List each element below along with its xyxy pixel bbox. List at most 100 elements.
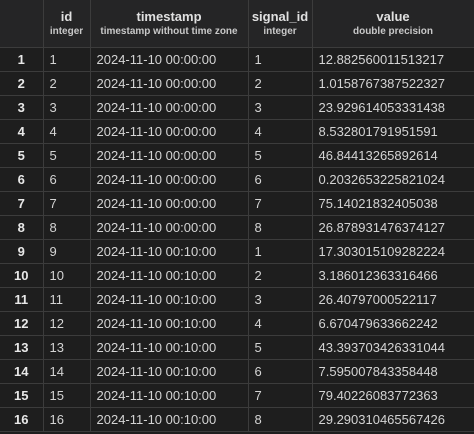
table-row[interactable]: 7 7 2024-11-10 00:00:00 7 75.14021832405038 [0, 191, 474, 216]
table-row[interactable]: 14 14 2024-11-10 00:10:00 6 7.59500784335844… [0, 359, 474, 384]
cell-signal-id[interactable]: 7 [248, 383, 313, 408]
column-header-id[interactable]: id integer [43, 0, 91, 48]
table-row[interactable]: 11 11 2024-11-10 00:10:00 3 26.4079700052211… [0, 287, 474, 312]
cell-timestamp[interactable]: 2024-11-10 00:10:00 [90, 287, 249, 312]
cell-value[interactable]: 0.2032653225821024 [312, 167, 474, 192]
cell-timestamp[interactable]: 2024-11-10 00:00:00 [90, 215, 249, 240]
table-row[interactable]: 9 9 2024-11-10 00:10:00 1 17.303015109282224 [0, 239, 474, 264]
cell-timestamp[interactable]: 2024-11-10 00:10:00 [90, 359, 249, 384]
cell-id[interactable]: 3 [43, 95, 91, 120]
cell-value[interactable]: 12.882560011513217 [312, 47, 474, 72]
cell-id[interactable]: 10 [43, 263, 91, 288]
cell-id[interactable]: 12 [43, 311, 91, 336]
cell-signal-id[interactable]: 6 [248, 167, 313, 192]
row-number[interactable]: 8 [0, 215, 44, 240]
row-number[interactable]: 11 [0, 287, 44, 312]
cell-signal-id[interactable]: 4 [248, 311, 313, 336]
row-number[interactable]: 7 [0, 191, 44, 216]
cell-signal-id[interactable]: 8 [248, 215, 313, 240]
table-row[interactable]: 8 8 2024-11-10 00:00:00 8 26.878931476374127 [0, 215, 474, 240]
cell-value[interactable]: 29.290310465567426 [312, 407, 474, 432]
cell-id[interactable]: 5 [43, 143, 91, 168]
table-row[interactable]: 3 3 2024-11-10 00:00:00 3 23.929614053331438 [0, 95, 474, 120]
cell-signal-id[interactable]: 5 [248, 143, 313, 168]
cell-signal-id[interactable]: 7 [248, 191, 313, 216]
cell-value[interactable]: 26.878931476374127 [312, 215, 474, 240]
table-row[interactable]: 4 4 2024-11-10 00:00:00 4 8.532801791951591 [0, 119, 474, 144]
row-number[interactable]: 9 [0, 239, 44, 264]
row-number[interactable]: 3 [0, 95, 44, 120]
cell-id[interactable]: 6 [43, 167, 91, 192]
cell-timestamp[interactable]: 2024-11-10 00:10:00 [90, 263, 249, 288]
table-row[interactable]: 12 12 2024-11-10 00:10:00 4 6.67047963366224… [0, 311, 474, 336]
cell-value[interactable]: 8.532801791951591 [312, 119, 474, 144]
cell-id[interactable]: 13 [43, 335, 91, 360]
table-row[interactable]: 16 16 2024-11-10 00:10:00 8 29.2903104655674… [0, 407, 474, 432]
row-number[interactable]: 12 [0, 311, 44, 336]
cell-value[interactable]: 46.84413265892614 [312, 143, 474, 168]
select-all-corner[interactable] [0, 0, 44, 48]
cell-timestamp[interactable]: 2024-11-10 00:10:00 [90, 335, 249, 360]
table-row[interactable]: 1 1 2024-11-10 00:00:00 1 12.882560011513217 [0, 47, 474, 72]
row-number[interactable]: 14 [0, 359, 44, 384]
row-number[interactable]: 10 [0, 263, 44, 288]
cell-id[interactable]: 7 [43, 191, 91, 216]
cell-signal-id[interactable]: 3 [248, 287, 313, 312]
cell-timestamp[interactable]: 2024-11-10 00:00:00 [90, 191, 249, 216]
cell-timestamp[interactable]: 2024-11-10 00:00:00 [90, 119, 249, 144]
column-header-signal-id[interactable]: signal_id integer [248, 0, 313, 48]
cell-value[interactable]: 23.929614053331438 [312, 95, 474, 120]
cell-value[interactable]: 43.393703426331044 [312, 335, 474, 360]
row-number[interactable]: 6 [0, 167, 44, 192]
cell-value[interactable]: 26.40797000522117 [312, 287, 474, 312]
cell-id[interactable]: 8 [43, 215, 91, 240]
cell-timestamp[interactable]: 2024-11-10 00:00:00 [90, 167, 249, 192]
cell-value[interactable]: 75.14021832405038 [312, 191, 474, 216]
cell-timestamp[interactable]: 2024-11-10 00:00:00 [90, 71, 249, 96]
cell-value[interactable]: 6.670479633662242 [312, 311, 474, 336]
cell-id[interactable]: 2 [43, 71, 91, 96]
cell-value[interactable]: 17.303015109282224 [312, 239, 474, 264]
cell-signal-id[interactable]: 4 [248, 119, 313, 144]
cell-value[interactable]: 7.595007843358448 [312, 359, 474, 384]
row-number[interactable]: 1 [0, 47, 44, 72]
cell-id[interactable]: 15 [43, 383, 91, 408]
cell-signal-id[interactable]: 1 [248, 239, 313, 264]
cell-signal-id[interactable]: 8 [248, 407, 313, 432]
row-number[interactable]: 16 [0, 407, 44, 432]
cell-timestamp[interactable]: 2024-11-10 00:00:00 [90, 47, 249, 72]
table-row[interactable]: 15 15 2024-11-10 00:10:00 7 79.4022608377236… [0, 383, 474, 408]
cell-value[interactable]: 1.0158767387522327 [312, 71, 474, 96]
cell-timestamp[interactable]: 2024-11-10 00:10:00 [90, 383, 249, 408]
cell-id[interactable]: 4 [43, 119, 91, 144]
cell-timestamp[interactable]: 2024-11-10 00:10:00 [90, 239, 249, 264]
table-row[interactable]: 6 6 2024-11-10 00:00:00 6 0.2032653225821024 [0, 167, 474, 192]
cell-id[interactable]: 11 [43, 287, 91, 312]
cell-timestamp[interactable]: 2024-11-10 00:10:00 [90, 407, 249, 432]
cell-signal-id[interactable]: 2 [248, 71, 313, 96]
row-number[interactable]: 5 [0, 143, 44, 168]
row-number[interactable]: 2 [0, 71, 44, 96]
cell-timestamp[interactable]: 2024-11-10 00:10:00 [90, 311, 249, 336]
cell-value[interactable]: 3.186012363316466 [312, 263, 474, 288]
cell-timestamp[interactable]: 2024-11-10 00:00:00 [90, 143, 249, 168]
table-row[interactable]: 2 2 2024-11-10 00:00:00 2 1.0158767387522327 [0, 71, 474, 96]
table-row[interactable]: 13 13 2024-11-10 00:10:00 5 43.3937034263310… [0, 335, 474, 360]
column-header-timestamp[interactable]: timestamp timestamp without time zone [90, 0, 249, 48]
cell-id[interactable]: 14 [43, 359, 91, 384]
cell-id[interactable]: 9 [43, 239, 91, 264]
table-row[interactable]: 10 10 2024-11-10 00:10:00 2 3.18601236331646… [0, 263, 474, 288]
cell-signal-id[interactable]: 1 [248, 47, 313, 72]
cell-signal-id[interactable]: 5 [248, 335, 313, 360]
row-number[interactable]: 15 [0, 383, 44, 408]
cell-id[interactable]: 16 [43, 407, 91, 432]
cell-signal-id[interactable]: 6 [248, 359, 313, 384]
cell-signal-id[interactable]: 2 [248, 263, 313, 288]
row-number[interactable]: 4 [0, 119, 44, 144]
cell-value[interactable]: 79.40226083772363 [312, 383, 474, 408]
table-row[interactable]: 5 5 2024-11-10 00:00:00 5 46.84413265892614 [0, 143, 474, 168]
cell-timestamp[interactable]: 2024-11-10 00:00:00 [90, 95, 249, 120]
cell-id[interactable]: 1 [43, 47, 91, 72]
cell-signal-id[interactable]: 3 [248, 95, 313, 120]
column-header-value[interactable]: value double precision [312, 0, 474, 48]
